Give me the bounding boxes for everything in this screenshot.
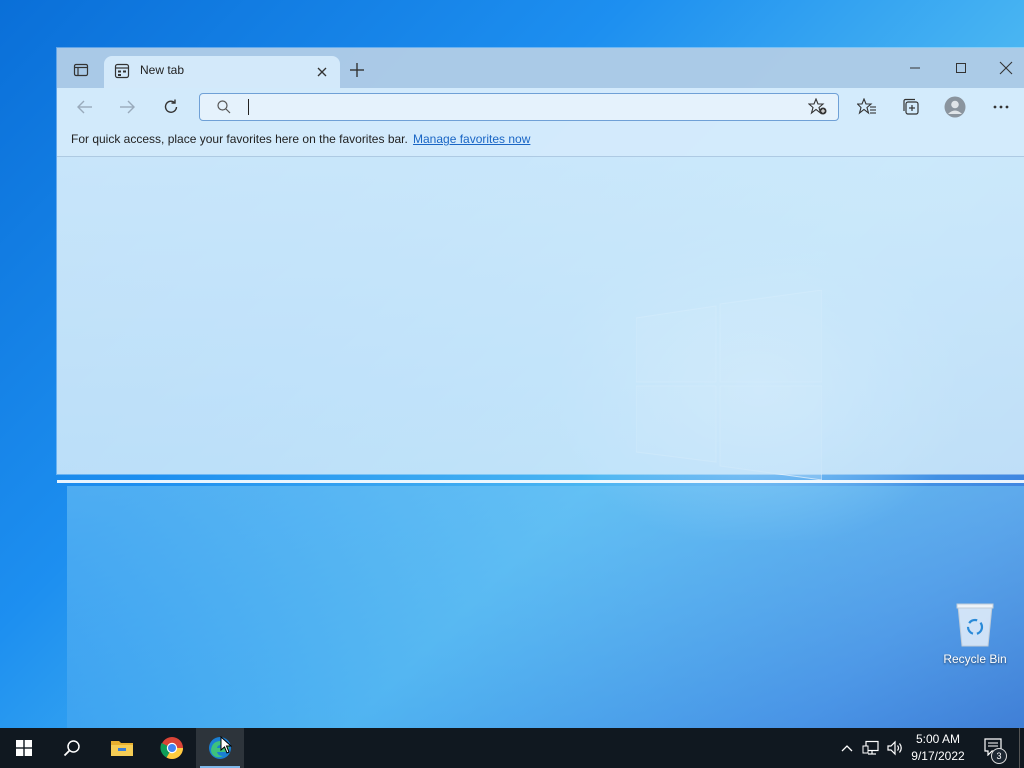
- settings-more-button[interactable]: [989, 96, 1013, 118]
- tab-actions-button[interactable]: [65, 56, 97, 84]
- edge-button[interactable]: [196, 728, 244, 768]
- mouse-cursor-icon: [220, 736, 232, 754]
- close-tab-icon[interactable]: [314, 64, 330, 80]
- address-input[interactable]: [244, 97, 788, 119]
- text-caret: [248, 99, 249, 115]
- taskbar: 5:00 AM 9/17/2022 3: [0, 728, 1024, 768]
- taskbar-search-button[interactable]: [48, 728, 96, 768]
- close-window-button[interactable]: [994, 58, 1018, 78]
- window-ghost-region: [67, 486, 1024, 728]
- new-tab-button[interactable]: [347, 60, 367, 80]
- show-hidden-icons-button[interactable]: [838, 728, 856, 768]
- action-center-button[interactable]: 3: [978, 728, 1018, 768]
- desktop-icon-recycle-bin[interactable]: Recycle Bin: [938, 600, 1012, 672]
- favorites-button[interactable]: [855, 96, 879, 118]
- window-ghost-edge: [57, 480, 1024, 483]
- tab-title: New tab: [140, 63, 185, 77]
- chevron-up-icon: [841, 745, 853, 752]
- forward-button[interactable]: [115, 96, 139, 118]
- collections-button[interactable]: [899, 96, 923, 118]
- search-icon: [63, 740, 80, 757]
- file-explorer-icon: [111, 741, 133, 756]
- maximize-button[interactable]: [949, 58, 973, 78]
- edge-browser-window: New tab For quick access, place your fav…: [57, 48, 1024, 474]
- profile-avatar-icon: [944, 96, 966, 118]
- new-tab-page-icon: [114, 63, 130, 79]
- manage-favorites-link[interactable]: Manage favorites now: [413, 132, 530, 146]
- favorites-bar-message: For quick access, place your favorites h…: [71, 132, 408, 146]
- search-icon: [217, 100, 231, 114]
- back-button[interactable]: [73, 96, 97, 118]
- recycle-bin-label: Recycle Bin: [943, 652, 1007, 666]
- refresh-icon: [164, 99, 178, 113]
- network-icon: [862, 740, 879, 755]
- recycle-bin-icon: [956, 603, 994, 647]
- file-explorer-button[interactable]: [98, 728, 146, 768]
- tab-actions-icon: [73, 63, 89, 77]
- chrome-button[interactable]: [148, 728, 196, 768]
- clock-date: 9/17/2022: [911, 749, 965, 763]
- network-button[interactable]: [860, 728, 882, 768]
- page-content: [57, 157, 1024, 474]
- favorites-bar: For quick access, place your favorites h…: [57, 126, 1024, 157]
- minimize-icon: [910, 67, 920, 69]
- refresh-button[interactable]: [159, 96, 183, 118]
- back-arrow-icon: [77, 100, 92, 114]
- close-icon: [999, 61, 1013, 75]
- chrome-icon: [160, 737, 183, 759]
- address-bar[interactable]: [199, 93, 839, 121]
- maximize-icon: [956, 63, 966, 73]
- navigation-toolbar: [57, 88, 1024, 126]
- add-favorite-icon[interactable]: [808, 98, 828, 116]
- notification-count-badge: 3: [991, 748, 1007, 764]
- start-icon: [16, 740, 32, 756]
- start-button[interactable]: [0, 728, 48, 768]
- show-desktop-button[interactable]: [1019, 728, 1024, 768]
- collections-icon: [903, 98, 919, 115]
- clock[interactable]: 5:00 AM 9/17/2022: [902, 731, 974, 765]
- favorites-icon: [857, 98, 876, 115]
- more-dots-icon: [993, 105, 1009, 109]
- minimize-button[interactable]: [903, 58, 927, 78]
- forward-arrow-icon: [120, 100, 135, 114]
- tab-bar: New tab: [57, 48, 1024, 88]
- tab-new-tab[interactable]: New tab: [104, 56, 340, 88]
- profile-button[interactable]: [943, 96, 967, 118]
- clock-time: 5:00 AM: [915, 732, 961, 746]
